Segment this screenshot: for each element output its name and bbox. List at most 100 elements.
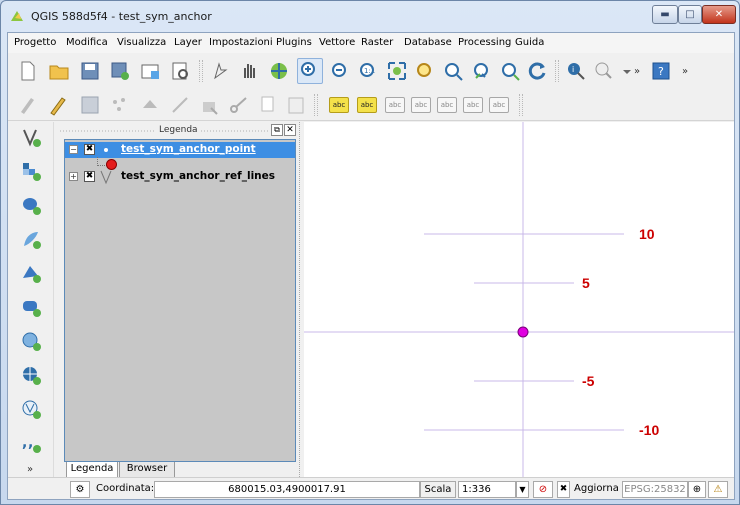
identify-features-icon[interactable]: i — [565, 60, 587, 82]
add-mssql-layer-icon[interactable] — [20, 262, 42, 284]
copy-features-icon[interactable] — [257, 94, 279, 116]
scale-label: Scala — [420, 481, 456, 498]
manage-layers-toolbar: ,, » — [8, 122, 54, 477]
help-icon[interactable]: ? — [650, 60, 672, 82]
add-postgis-layer-icon[interactable] — [20, 194, 42, 216]
toolbar-separator — [314, 94, 318, 116]
render-label: Aggiorna — [574, 483, 619, 494]
tab-browser[interactable]: Browser — [119, 462, 175, 478]
zoom-to-layer-icon[interactable] — [442, 60, 464, 82]
menu-raster[interactable]: Raster — [361, 37, 393, 48]
new-project-icon[interactable] — [17, 60, 39, 82]
label-pin-icon[interactable]: abc — [385, 97, 405, 113]
undock-panel-button[interactable]: ⧉ — [271, 124, 283, 136]
menu-database[interactable]: Database — [404, 37, 452, 48]
zoom-last-icon[interactable] — [471, 60, 493, 82]
expand-toggle[interactable]: + — [69, 172, 78, 181]
label-rotate-icon[interactable]: abc — [463, 97, 483, 113]
add-vector-layer-icon[interactable] — [20, 126, 42, 148]
menu-vettore[interactable]: Vettore — [319, 37, 355, 48]
layer-visibility-checkbox[interactable]: ✖ — [84, 171, 95, 182]
menu-layer[interactable]: Layer — [174, 37, 202, 48]
collapse-toggle[interactable]: − — [69, 145, 78, 154]
menu-modifica[interactable]: Modifica — [66, 37, 108, 48]
zoom-out-icon[interactable] — [329, 60, 351, 82]
new-print-composer-icon[interactable] — [139, 60, 161, 82]
layer-item[interactable]: − ✖ test_sym_anchor_point — [65, 142, 295, 158]
add-wcs-layer-icon[interactable] — [20, 364, 42, 386]
add-feature-icon[interactable] — [109, 94, 131, 116]
layer-name[interactable]: test_sym_anchor_point — [121, 143, 256, 155]
delete-selected-icon[interactable] — [199, 94, 221, 116]
pan-to-selection-icon[interactable] — [209, 60, 231, 82]
label-change-icon[interactable]: abc — [489, 97, 509, 113]
zoom-in-icon[interactable] — [297, 58, 323, 84]
dropdown-arrow-icon[interactable] — [616, 60, 631, 82]
svg-text:i: i — [572, 65, 574, 74]
toggle-editing-icon[interactable] — [47, 94, 69, 116]
pan-hand-icon[interactable] — [238, 60, 260, 82]
layer-item[interactable]: + ✖ test_sym_anchor_ref_lines — [65, 169, 295, 185]
crs-globe-icon[interactable]: ⊕ — [688, 481, 706, 498]
toolbar-overflow-icon[interactable]: » — [628, 60, 640, 82]
map-canvas[interactable]: 10 5 -5 -10 — [304, 122, 734, 477]
panel-splitter[interactable] — [299, 122, 303, 477]
menu-impostazioni[interactable]: Impostazioni — [209, 37, 273, 48]
pan-to-center-icon[interactable] — [268, 60, 290, 82]
coordinate-field[interactable]: 680015.03,4900017.91 — [154, 481, 420, 498]
add-raster-layer-icon[interactable] — [20, 160, 42, 182]
zoom-next-icon[interactable] — [499, 60, 521, 82]
stop-render-icon[interactable]: ⊘ — [533, 481, 553, 498]
node-tool-icon[interactable] — [169, 94, 191, 116]
zoom-full-icon[interactable] — [386, 60, 408, 82]
close-panel-button[interactable]: ✕ — [284, 124, 296, 136]
menu-visualizza[interactable]: Visualizza — [117, 37, 166, 48]
coordinate-toggle-icon[interactable]: ⚙ — [70, 481, 90, 498]
menu-progetto[interactable]: Progetto — [14, 37, 56, 48]
zoom-actual-size-icon[interactable]: 1:1 — [357, 60, 379, 82]
label-highlight-icon[interactable]: abc — [411, 97, 431, 113]
svg-text:,: , — [22, 435, 27, 451]
layer-tree[interactable]: − ✖ test_sym_anchor_point + ✖ test_sym_a… — [64, 139, 296, 462]
composer-manager-icon[interactable] — [169, 60, 191, 82]
current-edits-icon[interactable] — [17, 94, 39, 116]
add-spatialite-layer-icon[interactable] — [20, 228, 42, 250]
open-project-icon[interactable] — [48, 60, 70, 82]
save-edits-icon[interactable] — [79, 94, 101, 116]
add-wfs-layer-icon[interactable] — [20, 398, 42, 420]
menu-plugins[interactable]: Plugins — [276, 37, 312, 48]
label-move-icon[interactable]: abc — [437, 97, 457, 113]
move-feature-icon[interactable] — [139, 94, 161, 116]
paste-features-icon[interactable] — [285, 94, 307, 116]
add-oracle-layer-icon[interactable] — [20, 296, 42, 318]
add-wms-layer-icon[interactable] — [20, 330, 42, 352]
layer-name[interactable]: test_sym_anchor_ref_lines — [121, 170, 275, 182]
menu-processing[interactable]: Processing — [458, 37, 511, 48]
add-delimited-text-layer-icon[interactable]: ,, — [20, 432, 42, 454]
toolbar-overflow-icon-2[interactable]: » — [676, 60, 688, 82]
render-checkbox[interactable]: ✖ — [557, 481, 570, 498]
refresh-icon[interactable] — [526, 60, 548, 82]
toolbar-separator — [555, 60, 559, 82]
legend-header[interactable]: Legenda ⧉ ✕ — [60, 124, 298, 138]
label-layer-icon[interactable]: abc — [329, 97, 349, 113]
warning-icon[interactable]: ⚠ — [708, 481, 728, 498]
label-settings-icon[interactable]: abc — [357, 97, 377, 113]
maximize-button[interactable]: □ — [678, 5, 702, 24]
zoom-to-selection-icon[interactable] — [414, 60, 436, 82]
toolbar-expand-icon[interactable]: » — [20, 457, 42, 475]
save-as-icon[interactable] — [109, 60, 131, 82]
close-window-button[interactable]: ✕ — [702, 5, 736, 24]
scale-combobox[interactable]: 1:336 — [458, 481, 516, 498]
crs-status[interactable]: EPSG:25832 — [622, 481, 688, 498]
save-project-icon[interactable] — [79, 60, 101, 82]
scale-dropdown-arrow-icon[interactable]: ▼ — [516, 481, 529, 498]
map-svg: 10 5 -5 -10 — [304, 122, 734, 477]
select-features-icon[interactable] — [593, 60, 615, 82]
minimize-button[interactable]: ▬ — [652, 5, 678, 24]
menu-guida[interactable]: Guida — [515, 37, 544, 48]
tab-legenda[interactable]: Legenda — [66, 462, 118, 478]
title-bar[interactable]: QGIS 588d5f4 - test_sym_anchor ▬ □ ✕ — [1, 1, 739, 31]
layer-visibility-checkbox[interactable]: ✖ — [84, 144, 95, 155]
cut-features-icon[interactable] — [228, 94, 250, 116]
